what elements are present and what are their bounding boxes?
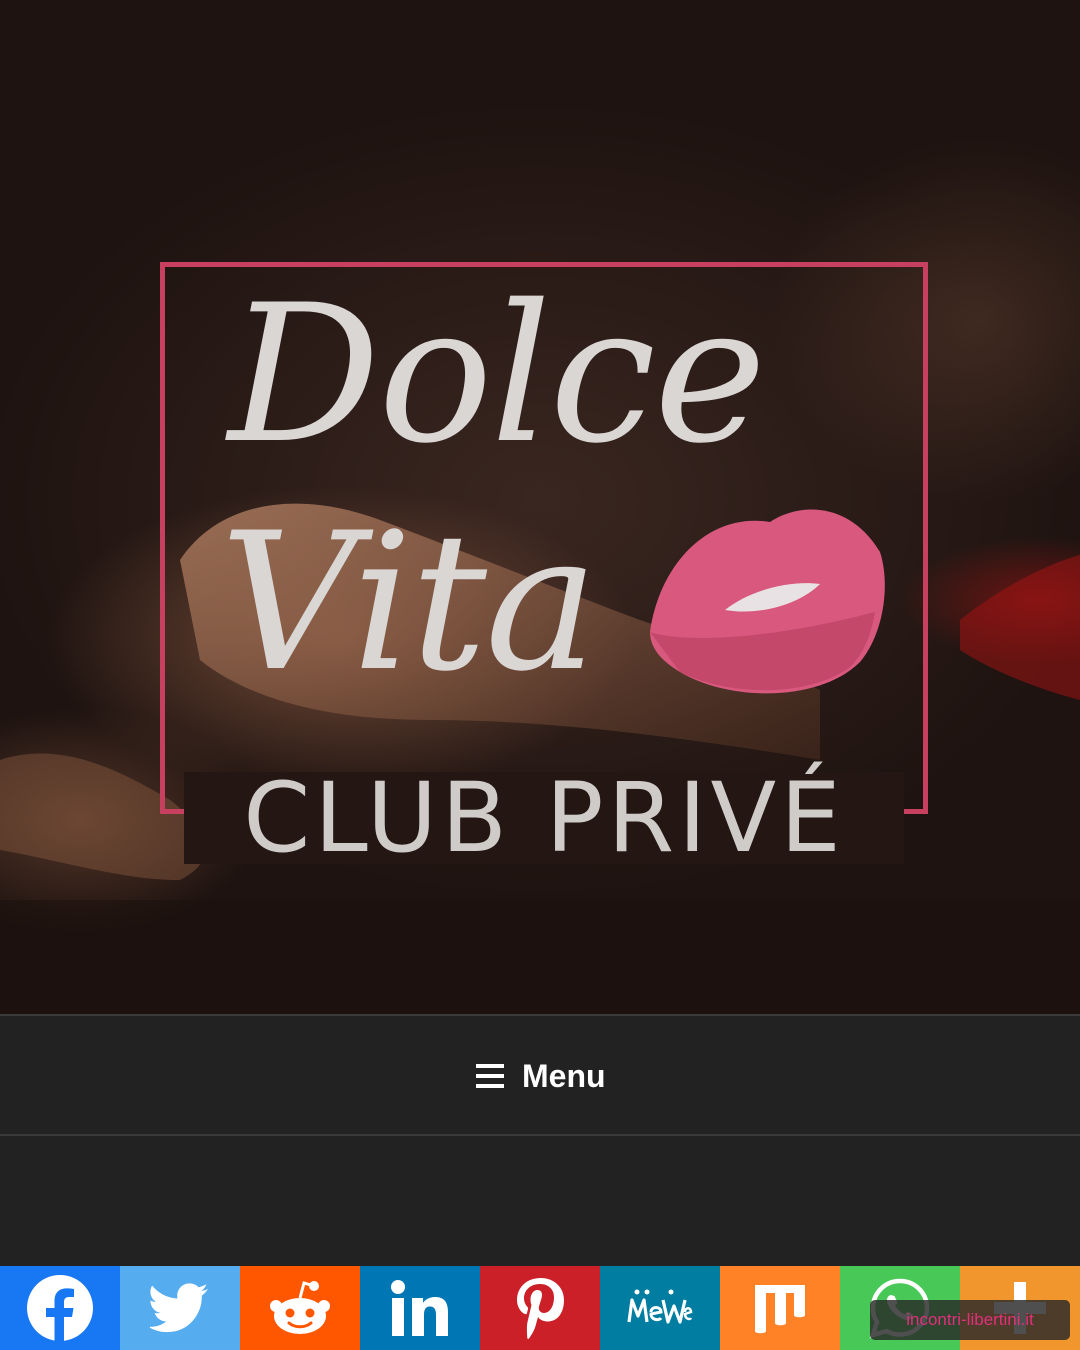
content-area	[0, 1136, 1080, 1266]
page: Dolce Vita CLUB PRIVÉ Menu incontri-libe…	[0, 0, 1080, 1350]
facebook-icon	[27, 1275, 93, 1343]
reddit-icon	[270, 1281, 330, 1334]
share-pinterest-button[interactable]	[480, 1266, 600, 1350]
share-mewe-button[interactable]	[600, 1266, 720, 1350]
share-linkedin-button[interactable]	[360, 1266, 480, 1350]
watermark-badge: incontri-libertini.it	[870, 1300, 1070, 1340]
share-twitter-button[interactable]	[120, 1266, 240, 1350]
logo-subtitle: CLUB PRIVÉ	[184, 770, 904, 866]
main-navigation: Menu	[0, 1014, 1080, 1136]
mix-icon	[755, 1285, 805, 1334]
lips-icon	[650, 509, 885, 694]
menu-toggle-button[interactable]: Menu	[476, 1056, 606, 1096]
logo-script-line2: Vita	[220, 492, 598, 713]
linkedin-icon	[391, 1280, 448, 1336]
site-header-image[interactable]: Dolce Vita CLUB PRIVÉ	[0, 0, 1080, 1014]
share-mix-button[interactable]	[720, 1266, 840, 1350]
pinterest-icon	[517, 1278, 564, 1340]
mewe-icon	[627, 1289, 693, 1324]
hamburger-icon	[476, 1064, 504, 1088]
share-reddit-button[interactable]	[240, 1266, 360, 1350]
menu-label: Menu	[522, 1058, 606, 1094]
share-facebook-button[interactable]	[0, 1266, 120, 1350]
logo-script-line1: Dolce	[228, 264, 766, 485]
twitter-icon	[150, 1283, 208, 1333]
